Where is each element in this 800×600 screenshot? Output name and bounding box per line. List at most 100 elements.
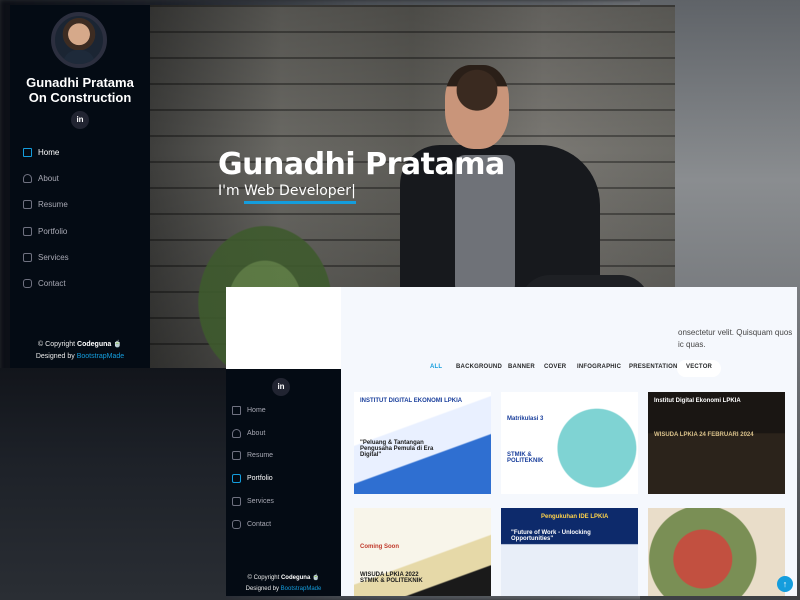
home-icon	[23, 147, 32, 157]
server-icon	[232, 497, 241, 507]
user-icon	[232, 428, 241, 438]
filter-all[interactable]: ALL	[430, 364, 442, 370]
nav-label: Resume	[38, 200, 68, 210]
designed-prefix: Designed by	[245, 586, 279, 592]
file-icon	[232, 451, 241, 461]
portfolio-item[interactable]: Matrikulasi 3 STMIK & POLITEKNIK	[501, 392, 638, 494]
brand-name: Codeguna	[77, 341, 112, 348]
nav-label: Home	[247, 406, 266, 414]
nav-label: Contact	[38, 279, 66, 289]
envelope-icon	[23, 279, 32, 289]
portfolio-intro: onsectetur velit. Quisquam quos ic quas.	[678, 327, 792, 351]
nav-item-portfolio[interactable]: Portfolio	[10, 218, 150, 244]
typed-text-value: Web Developer	[244, 183, 352, 199]
typed-text: Web Developer|	[244, 183, 356, 204]
nav-label: About	[38, 173, 59, 183]
nav-item-contact[interactable]: Contact	[10, 270, 150, 296]
profile-name-line2: On Construction	[28, 90, 132, 105]
portfolio-item-caption: Matrikulasi 3	[507, 416, 544, 422]
portfolio-item[interactable]	[648, 508, 785, 596]
intro-line2: ic quas.	[678, 340, 706, 349]
portfolio-item-headline: WISUDA LPKIA 24 FEBRUARI 2024	[654, 432, 754, 438]
designer-link[interactable]: BootstrapMade	[281, 586, 322, 592]
filter-vector[interactable]: VECTOR	[686, 364, 712, 370]
hero-title: Gunadhi Pratama	[218, 147, 505, 182]
portfolio-item-caption: Institut Digital Ekonomi LPKIA	[654, 398, 741, 404]
designed-by: Designed by BootstrapMade	[226, 584, 341, 595]
book-icon	[232, 474, 241, 484]
designed-by: Designed by BootstrapMade	[10, 351, 150, 363]
server-icon	[23, 252, 32, 262]
copyright-prefix: © Copyright	[247, 575, 280, 581]
copyright-prefix: © Copyright	[38, 341, 76, 348]
nav-label: Portfolio	[247, 475, 273, 483]
nav-item-contact[interactable]: Contact	[226, 513, 366, 536]
user-icon	[23, 173, 32, 183]
nav-label: Services	[38, 252, 69, 262]
file-icon	[23, 200, 32, 210]
copyright: © Copyright Codeguna 🍵	[226, 573, 341, 584]
nav-label: Home	[38, 147, 60, 157]
scroll-top-button[interactable]: ↑	[777, 576, 793, 592]
filter-banner[interactable]: BANNER	[508, 364, 535, 370]
filter-background[interactable]: BACKGROUND	[456, 364, 502, 370]
nav-menu: Home About Resume Portfolio Services Con…	[10, 139, 150, 297]
portfolio-item-headline: "Peluang & Tantangan Pengusaha Pemula di…	[360, 440, 434, 458]
nav-item-about[interactable]: About	[10, 165, 150, 191]
profile-name: Gunadhi Pratama On Construction	[10, 75, 150, 105]
portfolio-page-screenshot: onsectetur velit. Quisquam quos ic quas.…	[226, 287, 797, 596]
nav-label: Services	[247, 498, 274, 506]
backdrop-bottom-left	[0, 368, 226, 600]
portfolio-item-headline: STMIK & POLITEKNIK	[507, 452, 544, 464]
linkedin-label: in	[76, 115, 84, 124]
nav-label: Contact	[247, 520, 272, 528]
nav-label: About	[247, 429, 266, 437]
profile-avatar	[51, 12, 107, 68]
book-icon	[23, 226, 32, 236]
nav-item-portfolio[interactable]: Portfolio	[226, 467, 366, 490]
envelope-icon	[232, 519, 241, 529]
designer-link[interactable]: BootstrapMade	[77, 353, 124, 360]
brand-name: Codeguna	[280, 575, 311, 581]
portfolio-item-caption: Coming Soon	[360, 544, 399, 550]
portfolio-item-headline: WISUDA LPKIA 2022 STMIK & POLITEKNIK	[360, 572, 423, 584]
footer: © Copyright Codeguna 🍵 Designed by Boots…	[10, 339, 150, 363]
sidebar: Gunadhi Pratama On Construction in Home …	[10, 5, 150, 368]
hero-subtitle: I'm Web Developer|	[218, 183, 356, 204]
filter-cover[interactable]: COVER	[544, 364, 566, 370]
nav-item-about[interactable]: About	[226, 422, 366, 445]
linkedin-icon[interactable]: in	[71, 111, 89, 129]
nav-item-services[interactable]: Services	[226, 490, 366, 513]
portfolio-filters: ALL BACKGROUND BANNER COVER INFOGRAPHIC …	[341, 361, 797, 377]
linkedin-icon[interactable]: in	[272, 378, 290, 396]
sidebar: in Home About Resume Portfolio Services	[226, 369, 341, 596]
nav-label: Portfolio	[38, 226, 68, 236]
nav-item-services[interactable]: Services	[10, 244, 150, 270]
emoji: 🍵	[311, 575, 320, 581]
portfolio-item-headline: "Future of Work - Unlocking Opportunitie…	[511, 530, 591, 542]
portfolio-item[interactable]: Coming Soon WISUDA LPKIA 2022 STMIK & PO…	[354, 508, 491, 596]
intro-line1: onsectetur velit. Quisquam quos	[678, 328, 793, 337]
emoji: 🍵	[113, 341, 122, 348]
portfolio-item-caption: Pengukuhan IDE LPKIA	[541, 514, 609, 520]
nav-item-home[interactable]: Home	[226, 399, 366, 422]
nav-item-resume[interactable]: Resume	[10, 192, 150, 218]
home-icon	[232, 405, 241, 415]
hero-subtitle-prefix: I'm	[218, 183, 240, 199]
portfolio-item-caption: INSTITUT DIGITAL EKONOMI LPKIA	[360, 398, 463, 404]
typed-cursor: |	[351, 183, 356, 199]
linkedin-label: in	[277, 382, 285, 391]
footer: © Copyright Codeguna 🍵 Designed by Boots…	[226, 573, 341, 595]
filter-infographic[interactable]: INFOGRAPHIC	[577, 364, 621, 370]
nav-item-resume[interactable]: Resume	[226, 445, 366, 468]
designed-prefix: Designed by	[35, 353, 75, 360]
nav-menu: Home About Resume Portfolio Services Con…	[226, 399, 366, 536]
nav-label: Resume	[247, 452, 274, 460]
nav-item-home[interactable]: Home	[10, 139, 150, 165]
profile-name-line1: Gunadhi Pratama	[26, 75, 134, 90]
copyright: © Copyright Codeguna 🍵	[10, 339, 150, 351]
portfolio-item[interactable]: INSTITUT DIGITAL EKONOMI LPKIA "Peluang …	[354, 392, 491, 494]
portfolio-item[interactable]: Pengukuhan IDE LPKIA "Future of Work - U…	[501, 508, 638, 596]
portfolio-item[interactable]: Institut Digital Ekonomi LPKIA WISUDA LP…	[648, 392, 785, 494]
filter-presentation[interactable]: PRESENTATION	[629, 364, 678, 370]
